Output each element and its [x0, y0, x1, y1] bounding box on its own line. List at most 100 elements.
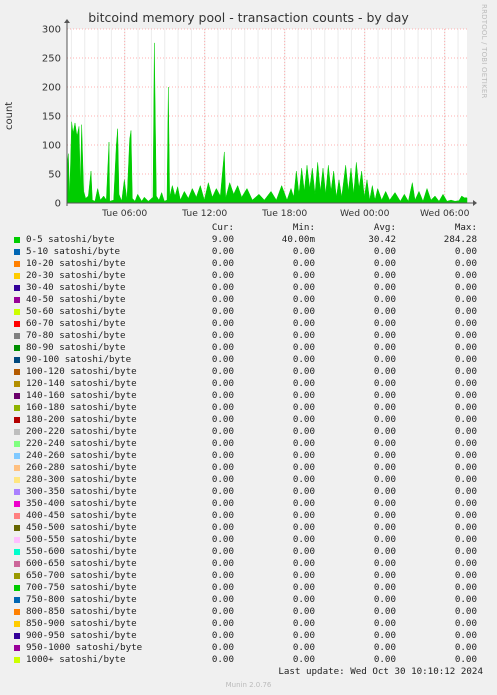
legend-avg: 0.00 — [373, 462, 396, 473]
legend-avg: 0.00 — [373, 390, 396, 401]
legend-swatch — [14, 333, 20, 339]
legend-row: 800-850 satoshi/byte 0.00 0.00 0.00 0.00 — [0, 606, 497, 618]
legend-min: 0.00 — [292, 498, 315, 509]
legend-row: 0-5 satoshi/byte 9.00 40.00m 30.42 284.28 — [0, 234, 497, 246]
legend-max: 0.00 — [454, 258, 477, 269]
legend-cur: 0.00 — [211, 486, 234, 497]
legend-cur: 0.00 — [211, 402, 234, 413]
legend-max: 0.00 — [454, 462, 477, 473]
legend-row: 200-220 satoshi/byte 0.00 0.00 0.00 0.00 — [0, 426, 497, 438]
legend-row: 900-950 satoshi/byte 0.00 0.00 0.00 0.00 — [0, 630, 497, 642]
legend-swatch — [14, 525, 20, 531]
chart-canvas: 0 50 100 150 200 250 300 Tue 06:00 Tue 12:00 Tue … — [42, 19, 477, 219]
y-tick-label: 150 — [42, 112, 61, 123]
legend-row: 1000+ satoshi/byte 0.00 0.00 0.00 0.00 — [0, 654, 497, 666]
legend-min: 0.00 — [292, 594, 315, 605]
legend-min: 0.00 — [292, 534, 315, 545]
legend-swatch — [14, 513, 20, 519]
legend-cur: 0.00 — [211, 330, 234, 341]
legend-max: 0.00 — [454, 450, 477, 461]
legend-label: 500-550 satoshi/byte — [26, 534, 137, 545]
legend-max: 0.00 — [454, 486, 477, 497]
legend-min: 0.00 — [292, 426, 315, 437]
legend-avg: 0.00 — [373, 342, 396, 353]
legend-max: 0.00 — [454, 318, 477, 329]
legend-row: 650-700 satoshi/byte 0.00 0.00 0.00 0.00 — [0, 570, 497, 582]
legend-max: 0.00 — [454, 474, 477, 485]
legend-avg: 0.00 — [373, 558, 396, 569]
legend-row: 220-240 satoshi/byte 0.00 0.00 0.00 0.00 — [0, 438, 497, 450]
legend-avg: 0.00 — [373, 474, 396, 485]
legend-min: 0.00 — [292, 522, 315, 533]
legend-label: 200-220 satoshi/byte — [26, 426, 137, 437]
legend-cur: 0.00 — [211, 630, 234, 641]
legend-max: 0.00 — [454, 534, 477, 545]
legend-swatch — [14, 561, 20, 567]
legend-max: 0.00 — [454, 582, 477, 593]
legend-cur: 0.00 — [211, 270, 234, 281]
legend-row: 700-750 satoshi/byte 0.00 0.00 0.00 0.00 — [0, 582, 497, 594]
legend-swatch — [14, 249, 20, 255]
legend-min: 0.00 — [292, 306, 315, 317]
legend-avg: 0.00 — [373, 366, 396, 377]
legend-row: 550-600 satoshi/byte 0.00 0.00 0.00 0.00 — [0, 546, 497, 558]
legend-swatch — [14, 657, 20, 663]
y-axis-arrow — [64, 19, 70, 23]
y-tick-label: 0 — [55, 199, 61, 210]
legend-avg: 0.00 — [373, 414, 396, 425]
legend-max: 0.00 — [454, 654, 477, 665]
legend-swatch — [14, 345, 20, 351]
legend-max: 0.00 — [454, 522, 477, 533]
legend-max: 0.00 — [454, 642, 477, 653]
legend-swatch — [14, 597, 20, 603]
legend-max: 0.00 — [454, 246, 477, 257]
legend-avg: 0.00 — [373, 450, 396, 461]
y-tick-label: 50 — [48, 170, 61, 181]
legend-cur: 0.00 — [211, 642, 234, 653]
legend-cur: 0.00 — [211, 318, 234, 329]
y-tick-label: 200 — [42, 83, 61, 94]
legend-label: 20-30 satoshi/byte — [26, 270, 126, 281]
legend-swatch — [14, 261, 20, 267]
legend-cur: 0.00 — [211, 282, 234, 293]
legend-label: 1000+ satoshi/byte — [26, 654, 126, 665]
legend-label: 50-60 satoshi/byte — [26, 306, 126, 317]
legend-avg: 0.00 — [373, 378, 396, 389]
legend-min: 0.00 — [292, 438, 315, 449]
legend-cur: 0.00 — [211, 366, 234, 377]
legend-swatch — [14, 441, 20, 447]
legend-cur: 0.00 — [211, 294, 234, 305]
legend-min: 0.00 — [292, 342, 315, 353]
legend-max: 0.00 — [454, 294, 477, 305]
legend-row: 30-40 satoshi/byte 0.00 0.00 0.00 0.00 — [0, 282, 497, 294]
legend-min: 0.00 — [292, 582, 315, 593]
legend-cur: 0.00 — [211, 438, 234, 449]
legend-cur: 0.00 — [211, 474, 234, 485]
legend-max: 0.00 — [454, 270, 477, 281]
legend-cur: 0.00 — [211, 390, 234, 401]
legend-cur: 0.00 — [211, 558, 234, 569]
legend-swatch — [14, 369, 20, 375]
legend-max: 0.00 — [454, 402, 477, 413]
legend-row: 260-280 satoshi/byte 0.00 0.00 0.00 0.00 — [0, 462, 497, 474]
legend-label: 450-500 satoshi/byte — [26, 522, 137, 533]
legend-avg: 0.00 — [373, 642, 396, 653]
legend-avg: 0.00 — [373, 498, 396, 509]
legend-min: 0.00 — [292, 570, 315, 581]
legend-label: 700-750 satoshi/byte — [26, 582, 137, 593]
legend-min: 0.00 — [292, 354, 315, 365]
legend-avg: 0.00 — [373, 402, 396, 413]
legend-label: 120-140 satoshi/byte — [26, 378, 137, 389]
legend-label: 80-90 satoshi/byte — [26, 342, 126, 353]
legend-row: 500-550 satoshi/byte 0.00 0.00 0.00 0.00 — [0, 534, 497, 546]
legend-min: 0.00 — [292, 258, 315, 269]
legend-swatch — [14, 273, 20, 279]
legend-label: 100-120 satoshi/byte — [26, 366, 137, 377]
legend-row: 950-1000 satoshi/byte 0.00 0.00 0.00 0.00 — [0, 642, 497, 654]
legend-min: 0.00 — [292, 366, 315, 377]
legend-avg: 0.00 — [373, 426, 396, 437]
legend-label: 140-160 satoshi/byte — [26, 390, 137, 401]
legend-cur: 0.00 — [211, 246, 234, 257]
legend-cur: 9.00 — [211, 234, 234, 245]
legend-cur: 0.00 — [211, 258, 234, 269]
